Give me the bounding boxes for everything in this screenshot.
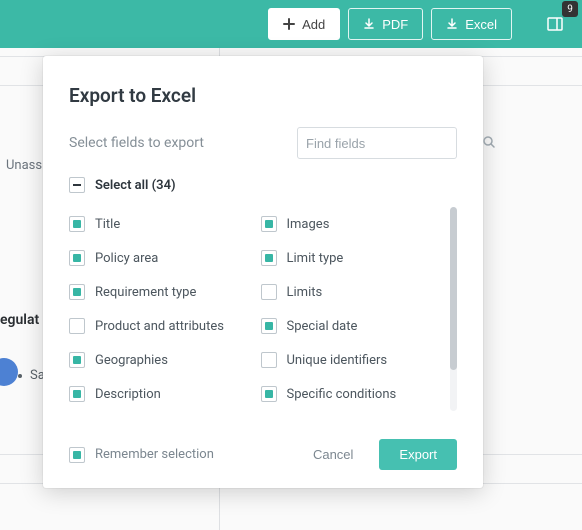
field-label: Description	[95, 387, 161, 402]
field-label: Limits	[287, 285, 323, 300]
field-label: Product and attributes	[95, 319, 224, 334]
export-excel-modal: Export to Excel Select fields to export …	[43, 56, 483, 488]
add-button-label: Add	[302, 17, 325, 32]
field-checkbox[interactable]	[69, 386, 85, 402]
field-checkbox[interactable]	[69, 250, 85, 266]
excel-button-label: Excel	[465, 17, 497, 32]
field-checkbox[interactable]	[261, 352, 277, 368]
field-label: Limit type	[287, 251, 344, 266]
field-row: Description	[69, 377, 255, 411]
field-row: Limits	[261, 275, 447, 309]
field-row: Title	[69, 207, 255, 241]
field-row: Special date	[261, 309, 447, 343]
field-row: Specific conditions	[261, 377, 447, 411]
field-label: Requirement type	[95, 285, 196, 300]
scrollbar-thumb[interactable]	[450, 207, 457, 370]
modal-subtitle: Select fields to export	[69, 135, 204, 151]
field-label: Images	[287, 217, 330, 232]
scrollbar[interactable]	[450, 207, 457, 411]
field-checkbox[interactable]	[69, 318, 85, 334]
notification-badge: 9	[562, 1, 578, 17]
pdf-button[interactable]: PDF	[348, 8, 423, 40]
download-icon	[446, 18, 458, 30]
pdf-button-label: PDF	[382, 17, 408, 32]
field-row: Geographies	[69, 343, 255, 377]
panel-icon	[546, 15, 564, 33]
field-row: Requirement type	[69, 275, 255, 309]
select-all-checkbox[interactable]	[69, 177, 85, 193]
plus-icon	[283, 18, 295, 30]
field-row: Policy area	[69, 241, 255, 275]
add-button[interactable]: Add	[268, 8, 340, 40]
remember-selection-checkbox[interactable]	[69, 447, 85, 463]
field-row: Images	[261, 207, 447, 241]
field-row: Product and attributes	[69, 309, 255, 343]
find-fields-search[interactable]	[297, 127, 457, 159]
field-row: Unique identifiers	[261, 343, 447, 377]
download-icon	[363, 18, 375, 30]
field-label: Geographies	[95, 353, 168, 368]
modal-title: Export to Excel	[69, 84, 457, 107]
field-checkbox[interactable]	[261, 386, 277, 402]
field-label: Title	[95, 217, 120, 232]
remember-selection-label: Remember selection	[95, 447, 214, 462]
field-label: Unique identifiers	[287, 353, 388, 368]
field-label: Specific conditions	[287, 387, 397, 402]
panel-toggle-button[interactable]: 9	[538, 7, 572, 41]
field-label: Special date	[287, 319, 358, 334]
search-input[interactable]	[306, 136, 482, 151]
search-icon	[482, 134, 496, 153]
export-button[interactable]: Export	[379, 439, 457, 470]
field-checkbox[interactable]	[69, 352, 85, 368]
field-checkbox[interactable]	[69, 284, 85, 300]
cancel-button[interactable]: Cancel	[297, 439, 369, 470]
field-checkbox[interactable]	[261, 250, 277, 266]
field-label: Policy area	[95, 251, 158, 266]
field-checkbox[interactable]	[69, 216, 85, 232]
field-checkbox[interactable]	[261, 216, 277, 232]
field-checkbox[interactable]	[261, 284, 277, 300]
select-all-label: Select all (34)	[95, 178, 176, 193]
excel-button[interactable]: Excel	[431, 8, 512, 40]
field-checkbox[interactable]	[261, 318, 277, 334]
top-toolbar: Add PDF Excel 9	[0, 0, 582, 48]
field-row: Limit type	[261, 241, 447, 275]
fields-grid: Title Policy area Requirement type Product …	[69, 207, 446, 411]
